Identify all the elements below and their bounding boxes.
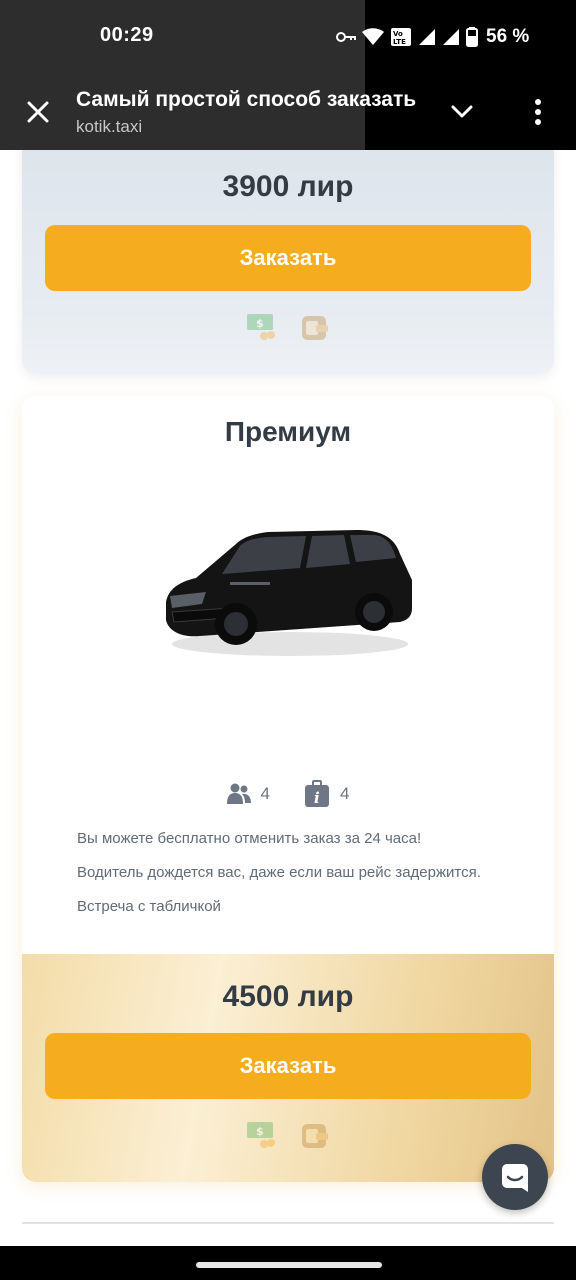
status-time: 00:29: [100, 24, 154, 46]
luggage-count: 4: [340, 784, 350, 803]
svg-text:Vo: Vo: [393, 30, 403, 38]
expand-button[interactable]: [446, 98, 478, 126]
svg-text:LTE: LTE: [393, 38, 406, 46]
svg-text:i: i: [314, 789, 320, 807]
capacity-info: 4 i 4: [22, 780, 554, 808]
cash-icon: $: [247, 1122, 275, 1148]
chat-button[interactable]: [482, 1144, 548, 1210]
status-bar: 00:29 Vo LTE 56 %: [0, 0, 576, 150]
battery-icon: [466, 27, 478, 47]
status-icons: Vo LTE 56 %: [336, 24, 529, 50]
page-title: Самый простой способ заказать: [76, 88, 417, 111]
section-divider: [22, 1222, 554, 1224]
more-menu-button[interactable]: [526, 94, 550, 130]
card-wallet-icon: [302, 316, 328, 340]
black-minivan-image: [166, 530, 412, 656]
passengers-count: 4: [260, 784, 270, 803]
payment-icons: $: [22, 312, 554, 342]
price-label: 4500 лир: [222, 980, 354, 1013]
signal-icon: [418, 28, 436, 46]
page-content: 3900 лир Заказать $ Премиум 4 i 4 Вы мож…: [0, 150, 576, 1246]
chevron-down-icon: [451, 105, 473, 118]
tariff-card-premium: Премиум 4 i 4 Вы можете бесплатно отмени…: [22, 396, 554, 1182]
home-gesture-bar[interactable]: [196, 1262, 382, 1268]
key-icon: [336, 30, 356, 44]
order-button[interactable]: Заказать: [45, 225, 531, 291]
feature-item: Вы можете бесплатно отменить заказ за 24…: [77, 830, 422, 847]
cash-icon: $: [247, 314, 275, 340]
close-icon: [27, 101, 49, 123]
browser-toolbar: Самый простой способ заказать kotik.taxi: [0, 72, 576, 150]
close-button[interactable]: [22, 96, 54, 128]
payment-icons: $: [22, 1120, 554, 1150]
chat-icon: [502, 1164, 528, 1192]
order-button[interactable]: Заказать: [45, 1033, 531, 1099]
signal-icon: [442, 28, 460, 46]
feature-item: Встреча с табличкой: [77, 898, 221, 915]
price-label: 3900 лир: [222, 170, 354, 203]
more-vert-icon: [535, 99, 541, 125]
svg-text:$: $: [256, 1125, 264, 1138]
tariff-card-previous: 3900 лир Заказать $: [22, 150, 554, 374]
volte-icon: Vo LTE: [390, 27, 412, 47]
premium-price-section: 4500 лир Заказать $: [22, 954, 554, 1182]
wifi-icon: [362, 28, 384, 46]
feature-list: Вы можете бесплатно отменить заказ за 24…: [77, 828, 547, 930]
passengers-icon: [226, 783, 251, 804]
tariff-title: Премиум: [224, 416, 352, 447]
svg-text:$: $: [256, 317, 264, 330]
feature-item: Водитель дождется вас, даже если ваш рей…: [77, 864, 481, 881]
system-nav-bar: [0, 1246, 576, 1280]
luggage-icon: i: [305, 780, 329, 807]
battery-percent: 56 %: [486, 26, 530, 47]
card-wallet-icon: [302, 1124, 328, 1148]
page-url: kotik.taxi: [76, 117, 143, 136]
